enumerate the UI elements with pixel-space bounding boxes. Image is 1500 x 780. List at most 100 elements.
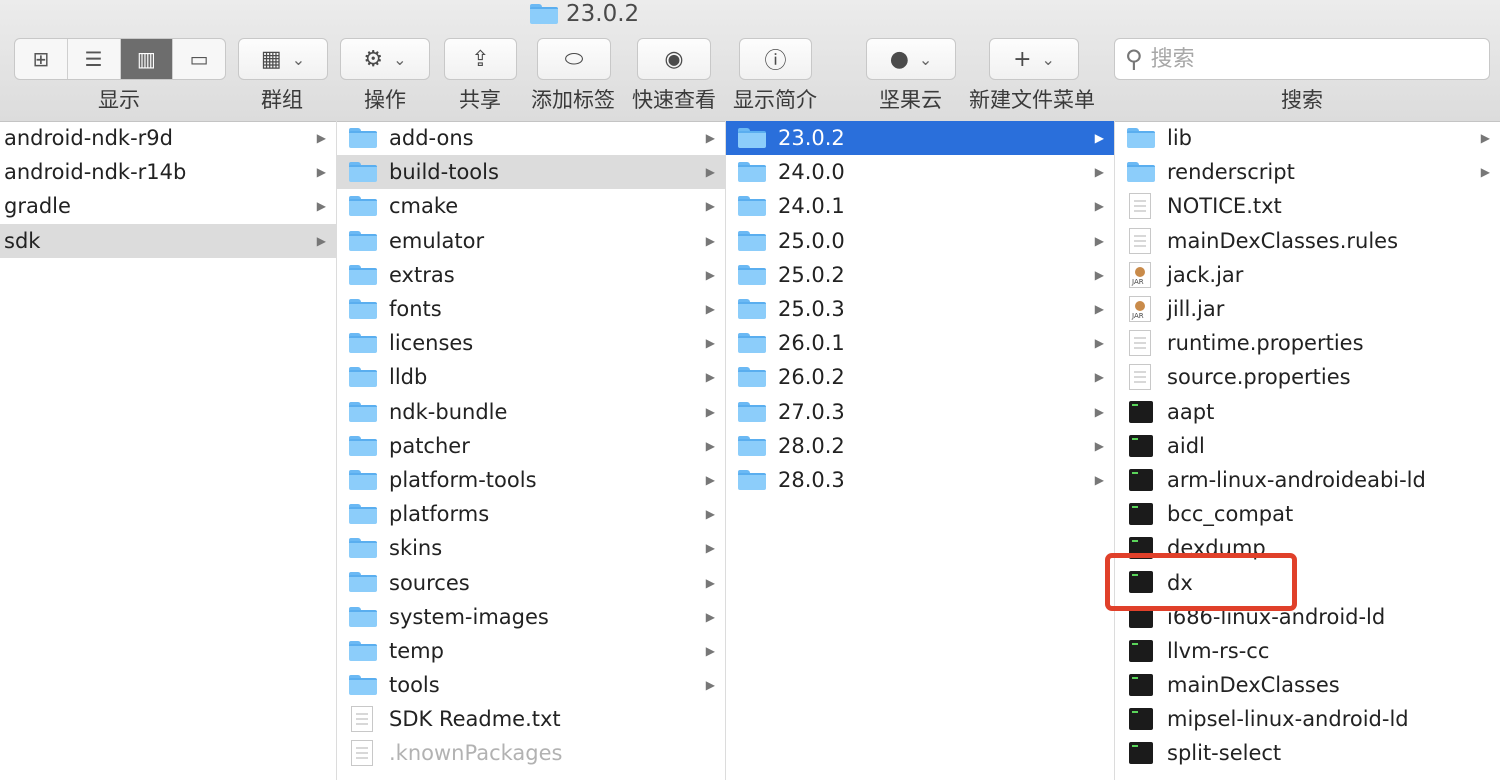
group-button[interactable]: ▦ ⌄: [238, 38, 328, 80]
list-item[interactable]: 24.0.0 ▶: [726, 155, 1114, 189]
disclosure-arrow-icon: ▶: [705, 267, 715, 282]
list-item[interactable]: source.properties: [1115, 360, 1500, 394]
item-name: runtime.properties: [1167, 331, 1364, 356]
search-input[interactable]: [1148, 45, 1453, 73]
action-button[interactable]: ⚙ ⌄: [340, 38, 430, 80]
list-item[interactable]: sources ▶: [337, 565, 725, 599]
list-item[interactable]: 26.0.1 ▶: [726, 326, 1114, 360]
list-item[interactable]: 23.0.2 ▶: [726, 121, 1114, 156]
list-item[interactable]: mainDexClasses: [1115, 668, 1500, 702]
list-item[interactable]: lldb ▶: [337, 360, 725, 394]
list-item[interactable]: sdk ▶: [0, 223, 336, 258]
disclosure-arrow-icon: ▶: [1480, 165, 1490, 180]
list-item[interactable]: emulator ▶: [337, 224, 725, 258]
list-item[interactable]: ndk-bundle ▶: [337, 395, 725, 429]
list-item[interactable]: 25.0.0 ▶: [726, 224, 1114, 258]
item-name: 25.0.0: [778, 228, 845, 253]
list-item[interactable]: NOTICE.txt: [1115, 189, 1500, 223]
disclosure-arrow-icon: ▶: [705, 575, 715, 590]
list-item[interactable]: android-ndk-r9d ▶: [0, 121, 336, 155]
list-item[interactable]: mipsel-linux-android-ld: [1115, 702, 1500, 736]
quicklook-button[interactable]: ◉: [637, 38, 711, 80]
column-1[interactable]: android-ndk-r9d ▶ android-ndk-r14b ▶ gradle ▶…: [0, 121, 337, 780]
column-2[interactable]: add-ons ▶ build-tools ▶ cmake ▶ emulator ▶ extra…: [337, 121, 726, 780]
list-item[interactable]: platform-tools ▶: [337, 463, 725, 497]
column-4[interactable]: lib ▶ renderscript ▶ NOTICE.txt mainDexClasse…: [1115, 121, 1500, 780]
list-view-button[interactable]: ☰: [68, 39, 121, 79]
list-item[interactable]: bcc_compat: [1115, 497, 1500, 531]
list-item[interactable]: build-tools ▶: [337, 155, 725, 190]
list-item[interactable]: jack.jar: [1115, 258, 1500, 292]
list-item[interactable]: platforms ▶: [337, 497, 725, 531]
list-item[interactable]: renderscript ▶: [1115, 155, 1500, 189]
item-name: 24.0.1: [778, 194, 845, 219]
column-view-button[interactable]: ▥: [120, 39, 174, 79]
document-icon: [1129, 227, 1151, 259]
item-name: arm-linux-androideabi-ld: [1167, 467, 1426, 492]
list-item[interactable]: jill.jar: [1115, 292, 1500, 326]
list-item[interactable]: aidl: [1115, 429, 1500, 463]
document-icon: [1129, 330, 1151, 361]
jianguoyun-button[interactable]: ● ⌄: [866, 38, 956, 80]
nut-icon: ●: [889, 46, 909, 72]
item-name: source.properties: [1167, 365, 1351, 390]
list-item[interactable]: system-images ▶: [337, 600, 725, 634]
list-item[interactable]: licenses ▶: [337, 326, 725, 360]
list-item[interactable]: 28.0.3 ▶: [726, 463, 1114, 497]
terminal-executable-icon: [1129, 537, 1153, 564]
search-field[interactable]: ⚲: [1114, 38, 1490, 80]
folder-icon: [738, 367, 766, 392]
list-item[interactable]: skins ▶: [337, 531, 725, 565]
item-name: gradle: [4, 194, 71, 219]
list-item[interactable]: aapt: [1115, 395, 1500, 429]
folder-icon: [738, 401, 766, 427]
list-item[interactable]: 25.0.3 ▶: [726, 292, 1114, 326]
disclosure-arrow-icon: ▶: [1094, 438, 1104, 453]
tag-button[interactable]: ⬭: [537, 38, 611, 80]
item-name: build-tools: [389, 160, 499, 185]
tag-label: 添加标签: [531, 88, 615, 112]
list-item[interactable]: tools ▶: [337, 668, 725, 702]
list-item[interactable]: gradle ▶: [0, 189, 336, 223]
disclosure-arrow-icon: ▶: [705, 199, 715, 214]
list-item[interactable]: temp ▶: [337, 634, 725, 668]
terminal-executable-icon: [1129, 503, 1153, 530]
search-label: 搜索: [1281, 88, 1323, 112]
column-3[interactable]: 23.0.2 ▶ 24.0.0 ▶ 24.0.1 ▶ 25.0.0 ▶ 25.0.2 ▶ 25.0.…: [726, 121, 1115, 780]
list-item[interactable]: dx: [1115, 565, 1500, 599]
list-item[interactable]: lib ▶: [1115, 121, 1500, 155]
folder-icon: [738, 196, 766, 221]
list-item[interactable]: extras ▶: [337, 258, 725, 292]
list-item[interactable]: 27.0.3 ▶: [726, 395, 1114, 429]
list-item[interactable]: mainDexClasses.rules: [1115, 224, 1500, 258]
list-item[interactable]: android-ndk-r14b ▶: [0, 155, 336, 189]
info-button[interactable]: ⓘ: [739, 38, 812, 80]
list-item[interactable]: runtime.properties: [1115, 326, 1500, 360]
terminal-executable-icon: [1129, 605, 1153, 633]
list-item[interactable]: patcher ▶: [337, 429, 725, 463]
share-button[interactable]: ⇪: [444, 38, 517, 80]
icon-view-button[interactable]: ⊞: [15, 39, 68, 79]
list-item[interactable]: .knownPackages: [337, 736, 725, 770]
list-item[interactable]: 28.0.2 ▶: [726, 429, 1114, 463]
list-item[interactable]: i686-linux-android-ld: [1115, 600, 1500, 634]
list-item[interactable]: arm-linux-androideabi-ld: [1115, 463, 1500, 497]
item-name: renderscript: [1167, 160, 1295, 185]
list-item[interactable]: 26.0.2 ▶: [726, 360, 1114, 394]
gallery-view-button[interactable]: ▭: [173, 39, 225, 79]
disclosure-arrow-icon: ▶: [1480, 131, 1490, 146]
newfile-button[interactable]: + ⌄: [989, 38, 1079, 80]
item-name: 27.0.3: [778, 399, 845, 424]
list-item[interactable]: dexdump: [1115, 531, 1500, 565]
list-item[interactable]: fonts ▶: [337, 292, 725, 326]
list-item[interactable]: 25.0.2 ▶: [726, 258, 1114, 292]
list-item[interactable]: add-ons ▶: [337, 121, 725, 155]
list-item[interactable]: llvm-rs-cc: [1115, 634, 1500, 668]
list-item[interactable]: split-select: [1115, 736, 1500, 770]
folder-icon: [349, 538, 377, 563]
list-item[interactable]: cmake ▶: [337, 189, 725, 223]
window-title-text: 23.0.2: [566, 1, 640, 27]
list-item[interactable]: 24.0.1 ▶: [726, 189, 1114, 223]
disclosure-arrow-icon: ▶: [1094, 404, 1104, 419]
list-item[interactable]: SDK Readme.txt: [337, 702, 725, 736]
